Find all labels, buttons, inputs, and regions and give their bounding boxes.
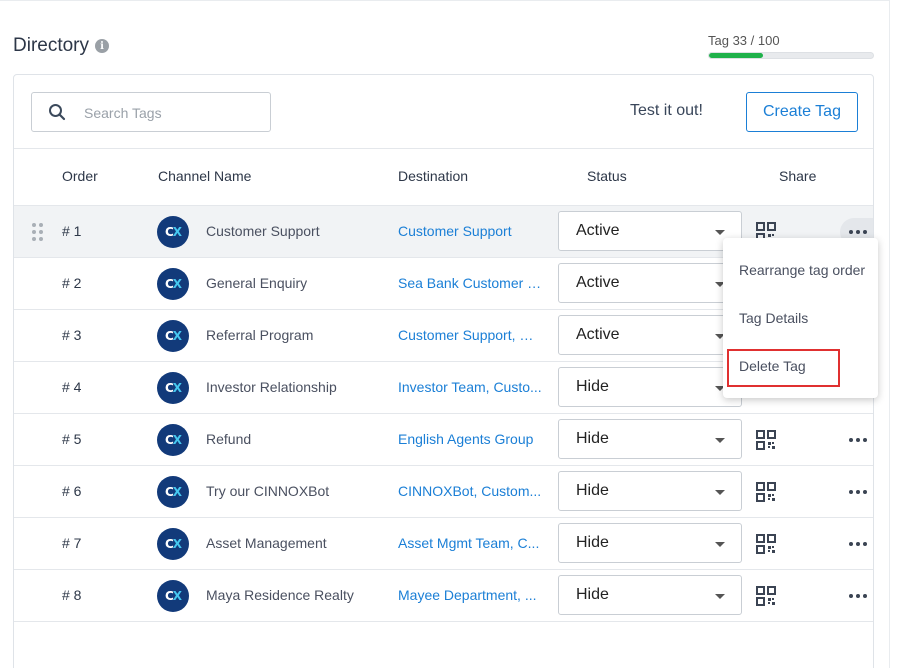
page-header: Directory i xyxy=(13,35,110,57)
destination-link[interactable]: Customer Support, Gr... xyxy=(398,327,544,343)
status-value: Hide xyxy=(576,430,609,447)
test-it-out-link[interactable]: Test it out! xyxy=(630,102,703,120)
status-value: Hide xyxy=(576,534,609,551)
more-options-icon[interactable] xyxy=(840,530,873,558)
right-divider xyxy=(889,0,890,668)
destination-link[interactable]: Customer Support xyxy=(398,223,544,239)
destination-link[interactable]: CINNOXBot, Custom... xyxy=(398,483,544,499)
status-value: Active xyxy=(576,326,620,343)
table-row[interactable]: # 7 CX Asset Management Asset Mgmt Team, C.… xyxy=(14,518,873,570)
channel-name: General Enquiry xyxy=(206,275,308,291)
status-value: Hide xyxy=(576,586,609,603)
more-options-icon[interactable] xyxy=(840,426,873,454)
table-row[interactable]: # 5 CX Refund English Agents Group Hide xyxy=(14,414,873,466)
tag-counter-label: Tag 33 / 100 xyxy=(708,33,780,48)
order-number: # 4 xyxy=(62,379,82,395)
search-icon xyxy=(49,104,66,121)
order-number: # 1 xyxy=(62,223,82,239)
tag-usage-bar xyxy=(708,52,874,59)
channel-avatar: CX xyxy=(157,476,189,508)
chevron-down-icon xyxy=(715,542,725,547)
directory-page: Directory i Tag 33 / 100 Test it out! Cr… xyxy=(0,0,910,668)
destination-link[interactable]: Investor Team, Custo... xyxy=(398,379,544,395)
qr-code-icon[interactable] xyxy=(756,534,776,554)
order-number: # 7 xyxy=(62,535,82,551)
destination-link[interactable]: Mayee Department, ... xyxy=(398,587,544,603)
status-dropdown[interactable]: Active xyxy=(558,315,742,355)
status-dropdown[interactable]: Active xyxy=(558,211,742,251)
channel-name: Investor Relationship xyxy=(206,379,337,395)
qr-code-icon[interactable] xyxy=(756,482,776,502)
column-header-channel-name: Channel Name xyxy=(158,168,252,184)
table-toolbar: Test it out! Create Tag xyxy=(14,75,873,149)
status-value: Hide xyxy=(576,482,609,499)
channel-name: Try our CINNOXBot xyxy=(206,483,330,499)
status-value: Hide xyxy=(576,378,609,395)
status-dropdown[interactable]: Hide xyxy=(558,367,742,407)
chevron-down-icon xyxy=(715,490,725,495)
qr-code-icon[interactable] xyxy=(756,586,776,606)
channel-avatar: CX xyxy=(157,320,189,352)
channel-name: Customer Support xyxy=(206,223,320,239)
menu-item-rearrange-tag-order[interactable]: Rearrange tag order xyxy=(739,262,865,278)
chevron-down-icon xyxy=(715,594,725,599)
order-number: # 3 xyxy=(62,327,82,343)
destination-link[interactable]: English Agents Group xyxy=(398,431,544,447)
column-header-share: Share xyxy=(779,168,817,184)
info-icon[interactable]: i xyxy=(95,39,110,53)
page-title: Directory xyxy=(13,35,90,56)
status-dropdown[interactable]: Hide xyxy=(558,471,742,511)
search-input[interactable] xyxy=(84,103,259,123)
table-header: Order Channel Name Destination Status Sh… xyxy=(14,149,873,206)
channel-avatar: CX xyxy=(157,372,189,404)
table-row[interactable]: # 6 CX Try our CINNOXBot CINNOXBot, Custom.… xyxy=(14,466,873,518)
order-number: # 6 xyxy=(62,483,82,499)
order-number: # 8 xyxy=(62,587,82,603)
channel-name: Asset Management xyxy=(206,535,327,551)
more-options-icon[interactable] xyxy=(840,478,873,506)
order-number: # 2 xyxy=(62,275,82,291)
channel-avatar: CX xyxy=(157,528,189,560)
channel-avatar: CX xyxy=(157,580,189,612)
channel-avatar: CX xyxy=(157,216,189,248)
order-number: # 5 xyxy=(62,431,82,447)
chevron-down-icon xyxy=(715,230,725,235)
tag-usage-bar-fill xyxy=(709,53,764,58)
status-dropdown[interactable]: Active xyxy=(558,263,742,303)
qr-code-icon[interactable] xyxy=(756,430,776,450)
channel-name: Refund xyxy=(206,431,252,447)
table-row[interactable]: # 8 CX Maya Residence Realty Mayee Departme… xyxy=(14,570,873,622)
channel-avatar: CX xyxy=(157,268,189,300)
delete-tag-highlight-box xyxy=(727,349,840,387)
search-box[interactable] xyxy=(31,92,271,132)
top-divider xyxy=(0,0,890,1)
menu-item-tag-details[interactable]: Tag Details xyxy=(739,310,808,326)
column-header-destination: Destination xyxy=(398,168,469,184)
drag-handle-icon[interactable] xyxy=(32,223,44,241)
status-dropdown[interactable]: Hide xyxy=(558,419,742,459)
status-dropdown[interactable]: Hide xyxy=(558,523,742,563)
create-tag-button[interactable]: Create Tag xyxy=(746,92,858,132)
column-header-status: Status xyxy=(587,168,627,184)
destination-link[interactable]: Asset Mgmt Team, C... xyxy=(398,535,544,551)
status-value: Active xyxy=(576,274,620,291)
more-options-icon[interactable] xyxy=(840,582,873,610)
chevron-down-icon xyxy=(715,438,725,443)
status-value: Active xyxy=(576,222,620,239)
destination-link[interactable]: Sea Bank Customer S... xyxy=(398,275,544,291)
channel-name: Maya Residence Realty xyxy=(206,587,354,603)
tag-context-menu: Rearrange tag order Tag Details Delete T… xyxy=(723,238,878,398)
channel-avatar: CX xyxy=(157,424,189,456)
channel-name: Referral Program xyxy=(206,327,314,343)
column-header-order: Order xyxy=(62,168,98,184)
status-dropdown[interactable]: Hide xyxy=(558,575,742,615)
